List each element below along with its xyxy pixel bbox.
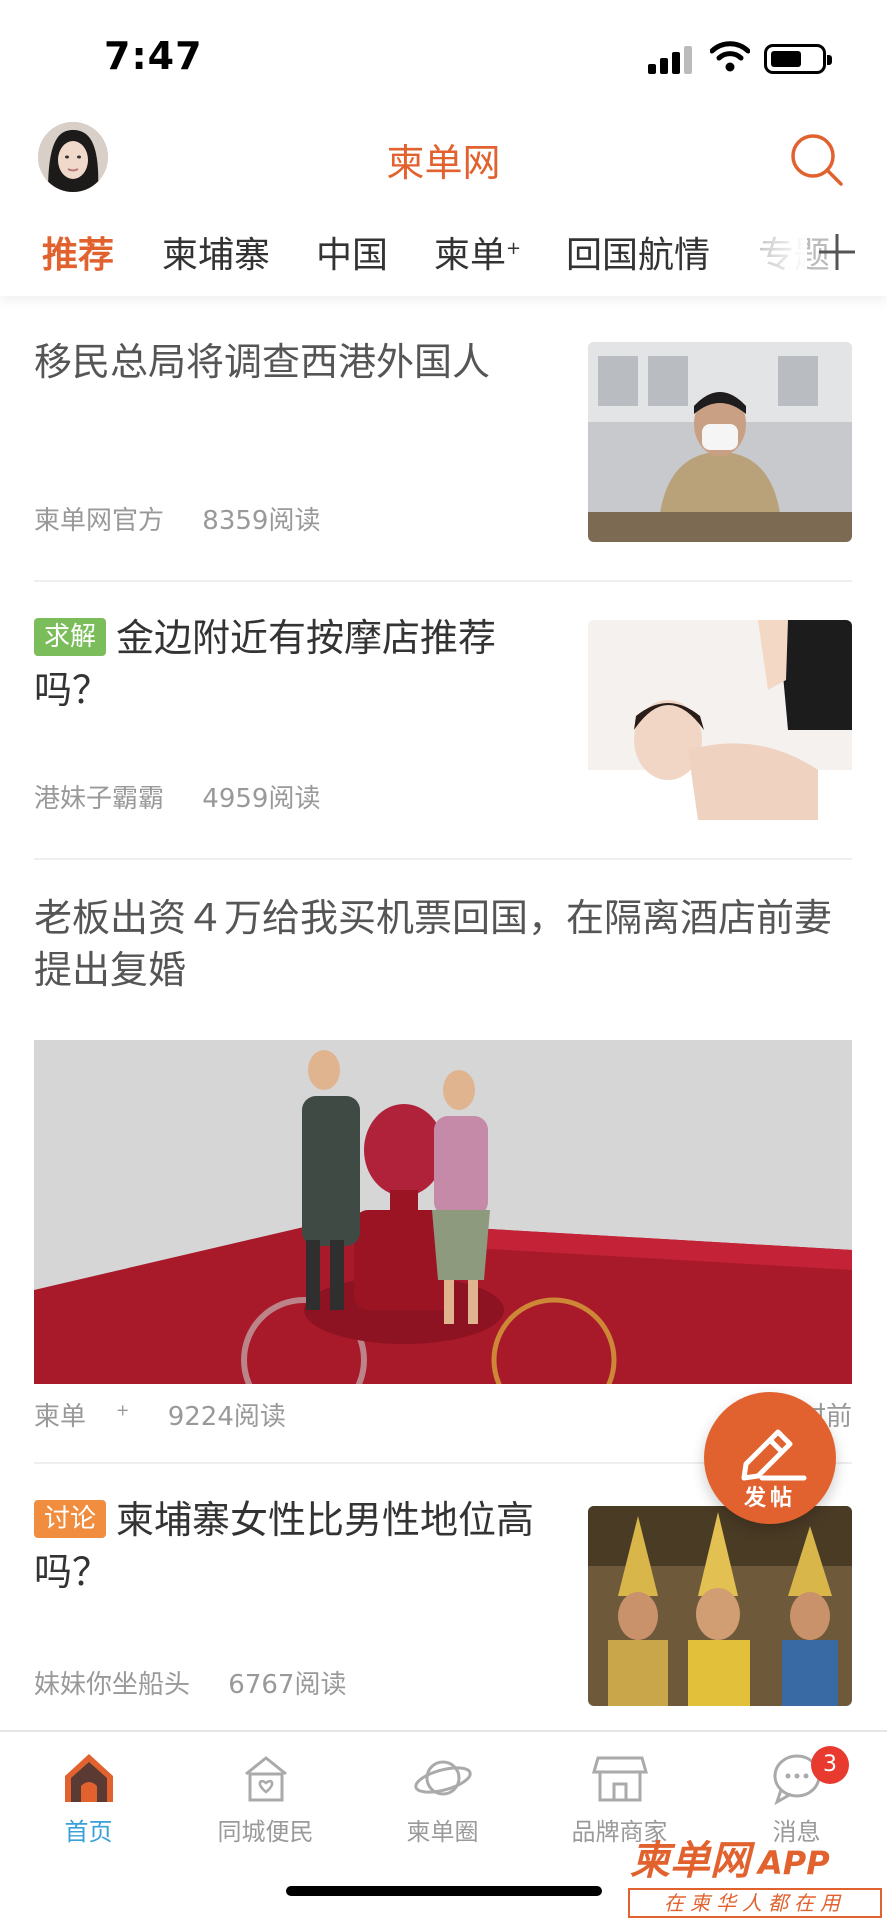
article-author: 妹妹你坐船头	[34, 1670, 191, 1700]
article-title-row: 求解 金边附近有按摩店推荐吗？	[34, 612, 554, 716]
article-image	[34, 1040, 852, 1384]
app-title: 柬单网	[386, 141, 501, 185]
home-icon	[64, 1754, 113, 1802]
tab-jiandan-label: 柬单	[434, 235, 507, 276]
nav-community-label: 同城便民	[217, 1818, 314, 1846]
watermark-subtitle: 在柬华人都在用	[628, 1888, 882, 1918]
article-title: 移民总局将调查西港外国人	[34, 340, 491, 384]
tab-fade	[747, 210, 807, 296]
article-meta: 柬单网官方 8359阅读	[34, 500, 350, 537]
article-reads: 9224阅读	[167, 1402, 286, 1432]
article-thumbnail	[588, 620, 852, 820]
watermark-title-suffix: APP	[758, 1844, 830, 1882]
nav-community[interactable]: 同城便民	[177, 1750, 354, 1847]
article-thumbnail	[588, 1506, 852, 1706]
article-title-row: 讨论 柬埔寨女性比男性地位高吗？	[34, 1494, 554, 1598]
article-author-name: 柬单	[34, 1402, 87, 1432]
app-watermark: 柬单网 APP 在柬华人都在用	[628, 1828, 887, 1920]
tab-jiandan-plus[interactable]: 柬单+	[434, 226, 521, 278]
tab-china[interactable]: 中国	[316, 226, 388, 278]
nav-home[interactable]: 首页	[0, 1750, 177, 1847]
signal-icon	[648, 44, 694, 74]
planet-icon	[413, 1760, 472, 1796]
article-title: 老板出资４万给我买机票回国，在隔离酒店前妻提出复婚	[34, 896, 833, 992]
status-bar: 7:47	[0, 0, 887, 110]
article-author: 港妹子霸霸	[34, 784, 165, 814]
unread-badge: 3	[811, 1746, 849, 1784]
article-item[interactable]: 讨论 柬埔寨女性比男性地位高吗？ 妹妹你坐船头 6767阅读	[34, 1494, 852, 1730]
status-time: 7:47	[104, 34, 203, 78]
battery-icon	[764, 44, 832, 74]
article-thumbnail	[588, 342, 852, 542]
article-badge: 求解	[34, 618, 107, 656]
article-meta: 柬单 + 9224阅读	[34, 1396, 316, 1433]
post-button-label: 发帖	[743, 1486, 796, 1511]
add-tab-icon[interactable]	[817, 232, 857, 272]
store-icon	[591, 1756, 648, 1802]
article-item[interactable]: 老板出资４万给我买机票回国，在隔离酒店前妻提出复婚 柬单 + 9224阅读 时前	[34, 892, 852, 1464]
article-meta: 港妹子霸霸 4959阅读	[34, 778, 350, 815]
tab-recommend[interactable]: 推荐	[42, 226, 114, 278]
nav-circle[interactable]: 柬单圈	[354, 1750, 531, 1847]
article-author: 柬单网官方	[34, 506, 165, 536]
search-icon[interactable]	[787, 130, 847, 190]
article-meta: 妹妹你坐船头 6767阅读	[34, 1664, 376, 1701]
app-header: 柬单网	[0, 110, 887, 210]
article-reads: 4959阅读	[202, 784, 321, 814]
wifi-icon	[710, 41, 750, 72]
article-author: 柬单 +	[34, 1400, 130, 1432]
article-item[interactable]: 求解 金边附近有按摩店推荐吗？ 港妹子霸霸 4959阅读	[34, 612, 852, 860]
category-tabs: 推荐 柬埔寨 中国 柬单+ 回国航情 专题	[0, 210, 887, 296]
nav-home-label: 首页	[64, 1818, 113, 1846]
post-button[interactable]: 发帖	[704, 1392, 836, 1524]
community-icon	[244, 1756, 287, 1802]
article-reads: 6767阅读	[228, 1670, 347, 1700]
tab-cambodia[interactable]: 柬埔寨	[162, 226, 270, 278]
watermark-title-main: 柬单网	[630, 1838, 750, 1884]
article-title: 柬埔寨女性比男性地位高吗？	[34, 1498, 535, 1594]
tab-jiandan-sup: +	[506, 238, 522, 259]
article-author-sup: +	[116, 1400, 130, 1420]
watermark-title: 柬单网 APP	[630, 1828, 830, 1886]
tab-flights[interactable]: 回国航情	[566, 226, 710, 278]
article-reads: 8359阅读	[202, 506, 321, 536]
article-item[interactable]: 移民总局将调查西港外国人 柬单网官方 8359阅读	[34, 336, 852, 582]
home-indicator	[286, 1886, 602, 1896]
nav-circle-label: 柬单圈	[406, 1818, 479, 1846]
article-badge: 讨论	[34, 1500, 107, 1538]
